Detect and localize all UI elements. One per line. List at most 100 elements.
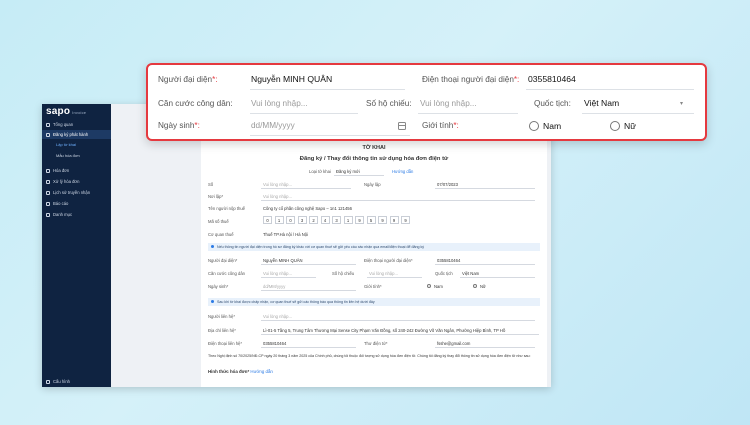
- zoom-id-card-label: Căn cước công dân:: [158, 99, 233, 108]
- passport-label: Số hộ chiếu: [332, 271, 355, 276]
- folder-icon: [46, 212, 50, 217]
- rep-phone-underline: [435, 264, 535, 265]
- nationality-select[interactable]: Việt Nam: [462, 271, 479, 276]
- sidebar-item-catalog[interactable]: Danh mục: [42, 210, 111, 219]
- nationality-underline: [460, 277, 535, 278]
- zoom-nationality-select[interactable]: Việt Nam: [584, 98, 619, 108]
- contact-phone-value[interactable]: 0355810464: [263, 341, 286, 346]
- tax-code-digit[interactable]: 9: [401, 216, 410, 224]
- declaration-type-select[interactable]: Đăng ký mới: [336, 169, 360, 174]
- sidebar-subitem-declaration[interactable]: Lập tờ khai: [56, 142, 76, 147]
- so-underline: [261, 188, 351, 189]
- zoom-birthdate-underline: [250, 135, 410, 136]
- so-input[interactable]: Vui lòng nhập...: [263, 182, 292, 187]
- address-label: Địa chỉ liên hệ*: [208, 328, 236, 333]
- sidebar-item-history[interactable]: Lịch sử truyền nhận: [42, 188, 111, 197]
- sidebar-item-register[interactable]: Đăng ký phát hành: [42, 130, 111, 139]
- zoom-passport-underline: [418, 113, 518, 114]
- sidebar-item-overview[interactable]: Tổng quan: [42, 120, 111, 129]
- passport-input[interactable]: Vui lòng nhập...: [369, 271, 398, 276]
- zoom-id-card-input[interactable]: Vui lòng nhập...: [251, 99, 308, 108]
- zoom-nationality-label: Quốc tịch:: [534, 99, 571, 108]
- zoom-passport-input[interactable]: Vui lòng nhập...: [420, 99, 477, 108]
- invoice-type-guide-link[interactable]: Hướng dẫn: [250, 369, 272, 374]
- tax-code-digit[interactable]: 1: [343, 216, 353, 224]
- chevron-down-icon[interactable]: ▾: [680, 100, 683, 107]
- zoom-passport-label: Số hộ chiếu:: [366, 99, 412, 108]
- zoom-gender-female-radio[interactable]: [610, 121, 620, 131]
- sidebar-item-invoice[interactable]: Hóa đơn: [42, 166, 111, 175]
- tax-code-digit[interactable]: 5: [366, 216, 376, 224]
- zoom-birthdate-label: Ngày sinh*:: [158, 121, 200, 130]
- tax-code-digit[interactable]: 3: [297, 216, 307, 224]
- email-value[interactable]: fsshe@gmail.com: [437, 341, 470, 346]
- contact-phone-underline: [261, 347, 356, 348]
- gender-female-label: Nữ: [480, 284, 486, 289]
- tax-code-label: Mã số thuế: [208, 219, 229, 224]
- date-underline: [435, 188, 535, 189]
- noi-input[interactable]: Vui lòng nhập...: [263, 194, 292, 199]
- tax-code-digit[interactable]: 9: [389, 216, 399, 224]
- contact-phone-label: Điện thoại liên hệ*: [208, 341, 242, 346]
- declaration-type-underline: [334, 175, 384, 176]
- tax-code-digit[interactable]: 1: [274, 216, 284, 224]
- tax-code-digit[interactable]: 0: [263, 216, 272, 224]
- zoom-rep-phone-label: Điện thoại người đại diện*:: [422, 75, 520, 84]
- taxpayer-name-value: Công ty cổ phần công nghệ Sapo – 1n1 121…: [263, 206, 352, 211]
- zoom-gender-male-radio[interactable]: [529, 121, 539, 131]
- nationality-label: Quốc tịch: [435, 271, 453, 276]
- invoice-type-heading: Hình thức hóa đơn* Hướng dẫn: [208, 369, 273, 374]
- calendar-icon[interactable]: [398, 122, 406, 130]
- zoom-callout: Người đại diện*: Nguyễn MINH QUÂN Điện t…: [146, 63, 707, 141]
- tax-code-digit[interactable]: 3: [332, 216, 341, 224]
- tax-code-digit[interactable]: 9: [355, 216, 364, 224]
- birthdate-underline: [261, 290, 356, 291]
- id-card-input[interactable]: Vui lòng nhập...: [263, 271, 292, 276]
- zoom-gender-male-label: Nam: [543, 121, 562, 131]
- zoom-nationality-underline: [582, 113, 694, 114]
- passport-underline: [367, 277, 422, 278]
- gender-male-label: Nam: [434, 284, 443, 289]
- address-underline: [261, 334, 539, 335]
- contact-person-input[interactable]: Vui lòng nhập...: [263, 314, 292, 319]
- zoom-representative-value[interactable]: Nguyễn MINH QUÂN: [251, 74, 332, 84]
- tax-code-digit[interactable]: 2: [309, 216, 318, 224]
- form-subtitle: Đăng ký / Thay đổi thông tin sử dụng hóa…: [299, 156, 449, 162]
- processing-icon: [46, 179, 50, 184]
- birthdate-input[interactable]: dd/MM/yyyy: [263, 284, 285, 289]
- invoice-icon: [46, 168, 50, 173]
- form-title: TỜ KHAI: [362, 145, 386, 151]
- zoom-birthdate-input[interactable]: dd/MM/yyyy: [251, 121, 295, 130]
- rep-phone-value[interactable]: 0355810464: [437, 258, 460, 263]
- date-input[interactable]: 07/07/2023: [437, 182, 458, 187]
- sidebar-subitem-invoice-template[interactable]: Mẫu hóa đơn: [56, 153, 80, 158]
- sidebar-item-reports[interactable]: Báo cáo: [42, 199, 111, 208]
- zoom-gender-label: Giới tính*:: [422, 121, 459, 130]
- declaration-form: TỜ KHAI Đăng ký / Thay đổi thông tin sử …: [201, 139, 547, 387]
- zoom-rep-phone-underline: [526, 89, 694, 90]
- report-icon: [46, 201, 50, 206]
- representative-value[interactable]: Nguyễn MINH QUÂN: [263, 258, 303, 263]
- gear-icon: [46, 379, 50, 384]
- sidebar-item-invoice-processing[interactable]: Xử lý hóa đơn: [42, 177, 111, 186]
- gender-male-radio[interactable]: [427, 284, 431, 288]
- tax-code-digit[interactable]: 4: [320, 216, 330, 224]
- representative-underline: [261, 264, 356, 265]
- tax-code-digit[interactable]: 9: [378, 216, 387, 224]
- address-value[interactable]: Lì-01-5 Tầng 5, Trung Tâm Thương Mại Sen…: [263, 328, 541, 333]
- sidebar: sapo Invoice Tổng quan Đăng ký phát hành …: [42, 104, 111, 387]
- id-card-label: Căn cước công dân: [208, 271, 245, 276]
- tax-office-label: Cơ quan thuế: [208, 232, 234, 237]
- contact-person-underline: [261, 320, 535, 321]
- tax-code-digit[interactable]: 0: [286, 216, 295, 224]
- guide-link[interactable]: Hướng dẫn: [392, 169, 413, 174]
- register-icon: [46, 132, 50, 137]
- gender-label: Giới tính*: [364, 284, 382, 289]
- zoom-rep-phone-value[interactable]: 0355810464: [528, 74, 576, 84]
- tax-code-boxes: 0103243195999: [263, 216, 423, 225]
- id-card-underline: [261, 277, 316, 278]
- zoom-representative-underline: [250, 89, 405, 90]
- sidebar-item-settings[interactable]: Cấu hình: [42, 377, 111, 386]
- email-underline: [435, 347, 535, 348]
- gender-female-radio[interactable]: [473, 284, 477, 288]
